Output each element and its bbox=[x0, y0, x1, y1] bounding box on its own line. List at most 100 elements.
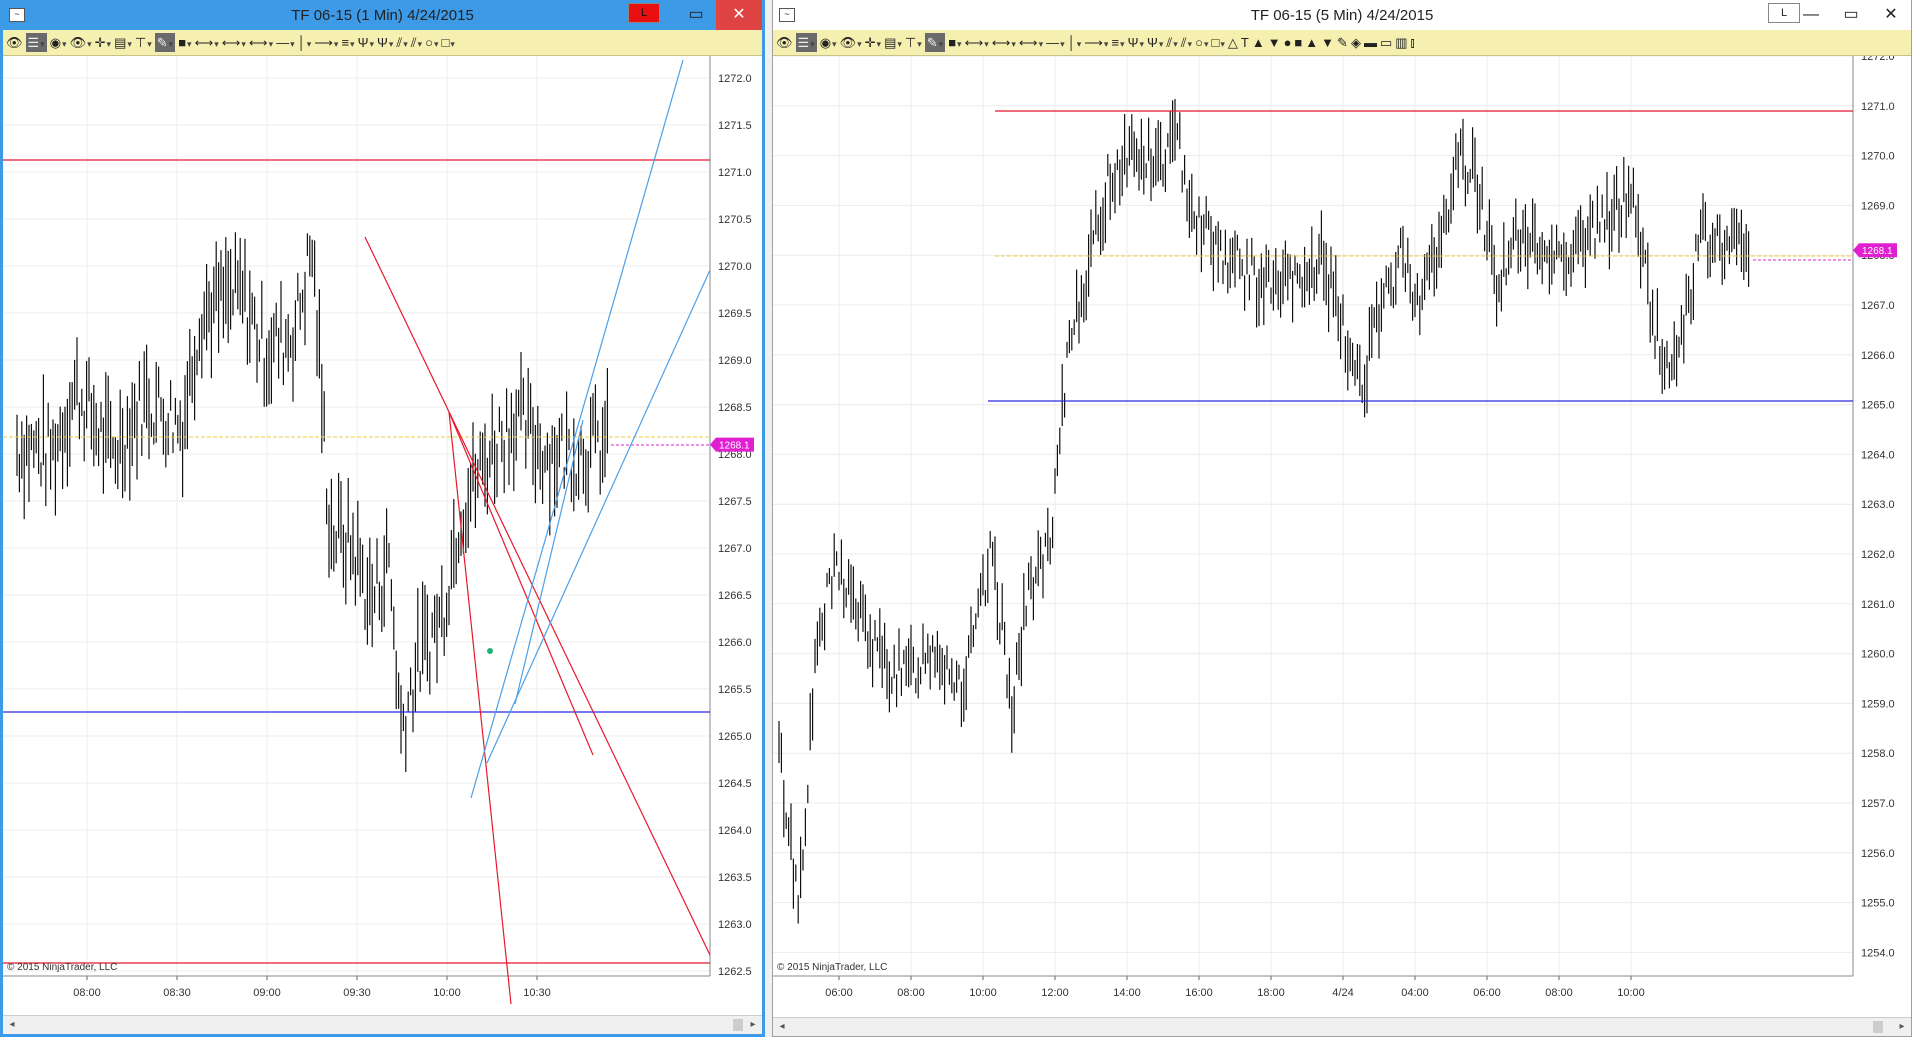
horizontal-scrollbar[interactable]: ◂ ▸ bbox=[773, 1017, 1911, 1036]
time-axis-label: 18:00 bbox=[1257, 987, 1285, 999]
chart-window-1min[interactable]: ~ TF 06-15 (1 Min) 4/24/2015 L ▭ ✕ 👁☰◉👁✛… bbox=[0, 0, 765, 1037]
toolbar-tool-7[interactable]: ✎ bbox=[924, 33, 946, 52]
titlebar[interactable]: ~ TF 06-15 (1 Min) 4/24/2015 L ▭ ✕ bbox=[3, 0, 762, 30]
toolbar-tool-32[interactable]: ▬ bbox=[1364, 33, 1377, 52]
time-axis-label: 04:00 bbox=[1401, 987, 1429, 999]
toolbar-tool-25[interactable]: ▼ bbox=[1268, 33, 1281, 52]
close-button[interactable]: ✕ bbox=[1871, 0, 1911, 30]
toolbar-tool-31[interactable]: ◈ bbox=[1351, 33, 1361, 52]
toolbar-tool-14[interactable]: ⟶ bbox=[314, 33, 338, 52]
toolbar-tool-27[interactable]: ■ bbox=[1294, 33, 1302, 52]
toolbar-tool-29[interactable]: ▼ bbox=[1321, 33, 1334, 52]
toolbar-tool-3[interactable]: 👁 bbox=[70, 33, 92, 52]
toolbar-tool-21[interactable]: □ bbox=[1211, 33, 1224, 52]
price-axis-label: 1268.5 bbox=[718, 402, 752, 414]
time-axis-label: 14:00 bbox=[1113, 987, 1141, 999]
toolbar-tool-10[interactable]: ⟷ bbox=[992, 33, 1016, 52]
toolbar-tool-23[interactable]: T bbox=[1241, 33, 1249, 52]
toolbar-tool-5[interactable]: ▤ bbox=[884, 33, 902, 52]
scroll-right-icon[interactable]: ▸ bbox=[744, 1016, 762, 1034]
toolbar-tool-8[interactable]: ■ bbox=[948, 33, 961, 52]
price-axis-label: 1265.0 bbox=[718, 731, 752, 743]
toolbar-tool-12[interactable]: — bbox=[1046, 33, 1065, 52]
price-chart[interactable]: 1272.0 1271.5 1271.0 1270.5 1270.0 1269.5 1269… bbox=[3, 56, 762, 1006]
price-axis-label: 1264.0 bbox=[1861, 449, 1895, 461]
toolbar-tool-13[interactable]: │ bbox=[1068, 33, 1082, 52]
price-axis-label: 1254.0 bbox=[1861, 947, 1895, 959]
toolbar-tool-9[interactable]: ⟷ bbox=[965, 33, 989, 52]
titlebar[interactable]: ~ TF 06-15 (5 Min) 4/24/2015 L — ▭ ✕ bbox=[773, 0, 1911, 30]
toolbar-tool-20[interactable]: ○ bbox=[425, 33, 438, 52]
toolbar-tool-1[interactable]: ☰ bbox=[795, 33, 817, 52]
toolbar-tool-17[interactable]: Ψ bbox=[377, 33, 393, 52]
time-axis-label: 10:30 bbox=[523, 987, 551, 999]
toolbar-tool-12[interactable]: — bbox=[276, 33, 295, 52]
toolbar-tool-8[interactable]: ■ bbox=[178, 33, 191, 52]
toolbar-tool-6[interactable]: ⊤ bbox=[135, 33, 152, 52]
price-axis-label: 1263.0 bbox=[718, 919, 752, 931]
toolbar-tool-15[interactable]: ≡ bbox=[341, 33, 354, 52]
toolbar-tool-5[interactable]: ▤ bbox=[114, 33, 132, 52]
toolbar-tool-18[interactable]: ⫽ bbox=[1166, 33, 1177, 52]
toolbar-tool-7[interactable]: ✎ bbox=[154, 33, 176, 52]
last-price-label: 1268.1 bbox=[1862, 246, 1893, 257]
toolbar-tool-26[interactable]: ● bbox=[1284, 33, 1292, 52]
toolbar-tool-16[interactable]: Ψ bbox=[1128, 33, 1144, 52]
toolbar-tool-14[interactable]: ⟶ bbox=[1084, 33, 1108, 52]
price-axis-label: 1266.0 bbox=[1861, 350, 1895, 362]
minimize-button[interactable]: — bbox=[1791, 0, 1831, 30]
chart-app-icon: ~ bbox=[9, 8, 25, 22]
price-axis-label: 1272.0 bbox=[718, 73, 752, 85]
toolbar-tool-19[interactable]: ⫽ bbox=[411, 33, 422, 52]
toolbar-tool-33[interactable]: ▭ bbox=[1380, 33, 1392, 52]
toolbar-tool-0[interactable]: 👁 bbox=[6, 33, 23, 52]
last-price-label: 1268.1 bbox=[719, 441, 750, 452]
toolbar-tool-1[interactable]: ☰ bbox=[25, 33, 47, 52]
time-axis-label: 08:00 bbox=[1545, 987, 1573, 999]
chart-toolbar: 👁☰◉👁✛▤⊤✎■⟷⟷⟷—│⟶≡ΨΨ⫽⫽○□ bbox=[3, 30, 762, 56]
toolbar-tool-2[interactable]: ◉ bbox=[820, 33, 837, 52]
toolbar-tool-16[interactable]: Ψ bbox=[358, 33, 374, 52]
toolbar-tool-35[interactable]: ⫾ bbox=[1411, 33, 1415, 52]
toolbar-tool-21[interactable]: □ bbox=[441, 33, 454, 52]
toolbar-tool-22[interactable]: △ bbox=[1228, 33, 1238, 52]
toolbar-tool-10[interactable]: ⟷ bbox=[222, 33, 246, 52]
price-chart[interactable]: 1272.01271.01270.01269.01268.01267.01266… bbox=[773, 56, 1911, 1006]
maximize-button[interactable]: ▭ bbox=[676, 0, 716, 30]
toolbar-tool-17[interactable]: Ψ bbox=[1147, 33, 1163, 52]
link-badge[interactable]: L bbox=[628, 3, 660, 23]
window-controls: — ▭ ✕ bbox=[1791, 0, 1911, 30]
chart-window-5min[interactable]: ~ TF 06-15 (5 Min) 4/24/2015 L — ▭ ✕ 👁☰◉… bbox=[772, 0, 1912, 1037]
price-axis-label: 1267.0 bbox=[1861, 300, 1895, 312]
scroll-thumb[interactable] bbox=[733, 1019, 743, 1031]
toolbar-tool-15[interactable]: ≡ bbox=[1111, 33, 1124, 52]
horizontal-scrollbar[interactable]: ◂ ▸ bbox=[3, 1015, 762, 1034]
toolbar-tool-11[interactable]: ⟷ bbox=[249, 33, 273, 52]
toolbar-tool-4[interactable]: ✛ bbox=[95, 33, 111, 52]
scroll-thumb[interactable] bbox=[1873, 1021, 1883, 1033]
toolbar-tool-13[interactable]: │ bbox=[298, 33, 312, 52]
price-axis-label: 1255.0 bbox=[1861, 898, 1895, 910]
toolbar-tool-3[interactable]: 👁 bbox=[840, 33, 862, 52]
scroll-left-icon[interactable]: ◂ bbox=[773, 1018, 791, 1036]
toolbar-tool-19[interactable]: ⫽ bbox=[1181, 33, 1192, 52]
toolbar-tool-2[interactable]: ◉ bbox=[50, 33, 67, 52]
toolbar-tool-18[interactable]: ⫽ bbox=[396, 33, 407, 52]
price-axis-label: 1271.5 bbox=[718, 120, 752, 132]
maximize-button[interactable]: ▭ bbox=[1831, 0, 1871, 30]
scroll-right-icon[interactable]: ▸ bbox=[1893, 1018, 1911, 1036]
time-axis-label: 12:00 bbox=[1041, 987, 1069, 999]
toolbar-tool-34[interactable]: ▥ bbox=[1395, 33, 1407, 52]
time-axis-label: 10:00 bbox=[1617, 987, 1645, 999]
toolbar-tool-30[interactable]: ✎ bbox=[1337, 33, 1348, 52]
toolbar-tool-28[interactable]: ▲ bbox=[1305, 33, 1318, 52]
toolbar-tool-6[interactable]: ⊤ bbox=[905, 33, 922, 52]
toolbar-tool-4[interactable]: ✛ bbox=[865, 33, 881, 52]
toolbar-tool-9[interactable]: ⟷ bbox=[195, 33, 219, 52]
close-button[interactable]: ✕ bbox=[716, 0, 762, 30]
toolbar-tool-24[interactable]: ▲ bbox=[1252, 33, 1265, 52]
scroll-left-icon[interactable]: ◂ bbox=[3, 1016, 21, 1034]
toolbar-tool-20[interactable]: ○ bbox=[1195, 33, 1208, 52]
toolbar-tool-11[interactable]: ⟷ bbox=[1019, 33, 1043, 52]
toolbar-tool-0[interactable]: 👁 bbox=[776, 33, 793, 52]
